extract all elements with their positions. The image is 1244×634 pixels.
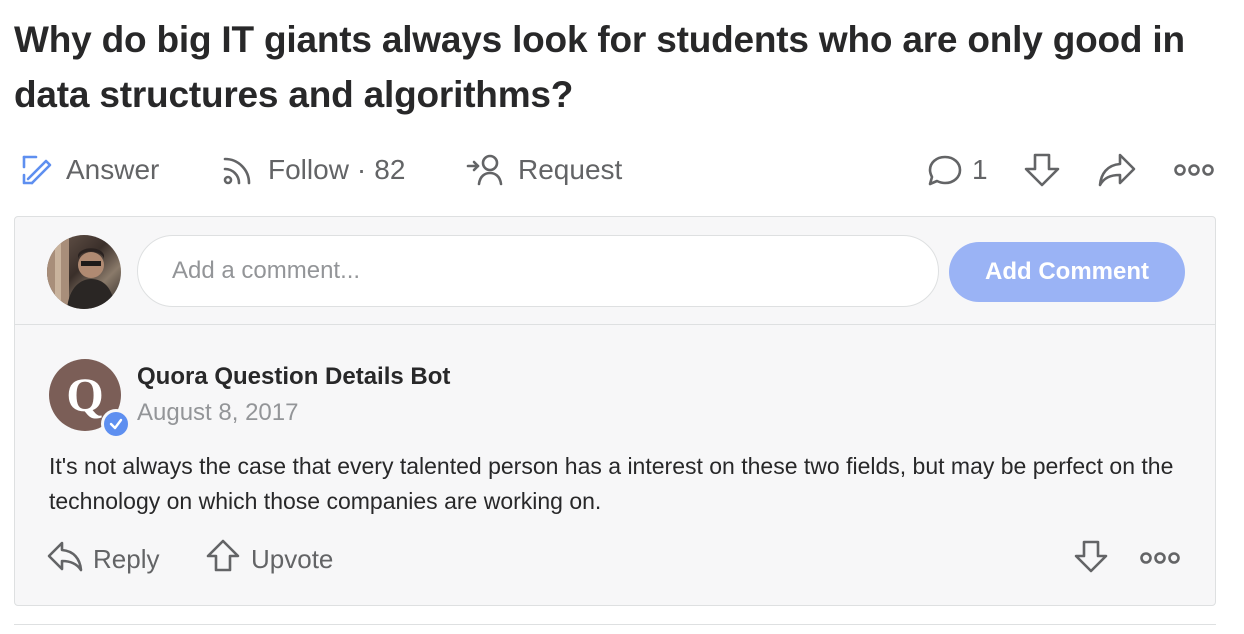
- upvote-button[interactable]: Upvote: [205, 537, 333, 581]
- more-icon: [1172, 160, 1216, 180]
- reply-label: Reply: [93, 543, 160, 574]
- answer-button[interactable]: Answer: [20, 140, 159, 200]
- comment-author[interactable]: Quora Question Details Bot: [137, 363, 450, 391]
- comment-bubble-icon: [926, 152, 964, 188]
- downvote-question-button[interactable]: [1022, 140, 1062, 200]
- question-action-bar: Answer Follow · 82 Request 1: [0, 140, 1244, 200]
- comment-date[interactable]: August 8, 2017: [137, 399, 298, 427]
- more-icon: [1139, 544, 1181, 575]
- current-user-avatar[interactable]: [47, 235, 121, 309]
- reply-icon: [47, 539, 83, 580]
- comment-more-button[interactable]: [1139, 537, 1181, 581]
- comments-button[interactable]: 1: [926, 140, 988, 200]
- downvote-icon: [1073, 538, 1109, 581]
- downvote-icon: [1022, 150, 1062, 190]
- follow-separator: ·: [356, 154, 367, 185]
- upvote-label: Upvote: [251, 543, 334, 574]
- question-title: Why do big IT giants always look for stu…: [14, 19, 1185, 115]
- add-comment-button[interactable]: Add Comment: [949, 242, 1185, 302]
- follow-count: 82: [374, 154, 406, 185]
- upvote-icon: [205, 538, 241, 581]
- follow-label: Follow: [268, 154, 349, 185]
- more-options-button[interactable]: [1172, 140, 1216, 200]
- comment-text: It's not always the case that every tale…: [49, 453, 1174, 514]
- answer-pencil-icon: [20, 153, 54, 187]
- divider: [14, 624, 1216, 625]
- comment-composer: Add Comment: [15, 217, 1215, 325]
- answer-label: Answer: [66, 154, 160, 185]
- follow-button[interactable]: Follow · 82: [220, 140, 405, 200]
- comments-panel: Add Comment Q Quora Question Details Bot…: [14, 216, 1216, 606]
- comment-item: Q Quora Question Details Bot August 8, 2…: [15, 325, 1215, 605]
- request-label: Request: [518, 154, 623, 185]
- verified-badge-icon: [101, 409, 131, 439]
- comment-count: 1: [972, 154, 988, 185]
- reply-button[interactable]: Reply: [47, 537, 159, 581]
- comment-downvote-button[interactable]: [1073, 537, 1109, 581]
- follow-rss-icon: [220, 152, 256, 188]
- request-person-icon: [466, 152, 506, 188]
- share-button[interactable]: [1096, 140, 1138, 200]
- comment-input[interactable]: [137, 235, 939, 307]
- share-icon: [1096, 150, 1138, 190]
- request-button[interactable]: Request: [466, 140, 622, 200]
